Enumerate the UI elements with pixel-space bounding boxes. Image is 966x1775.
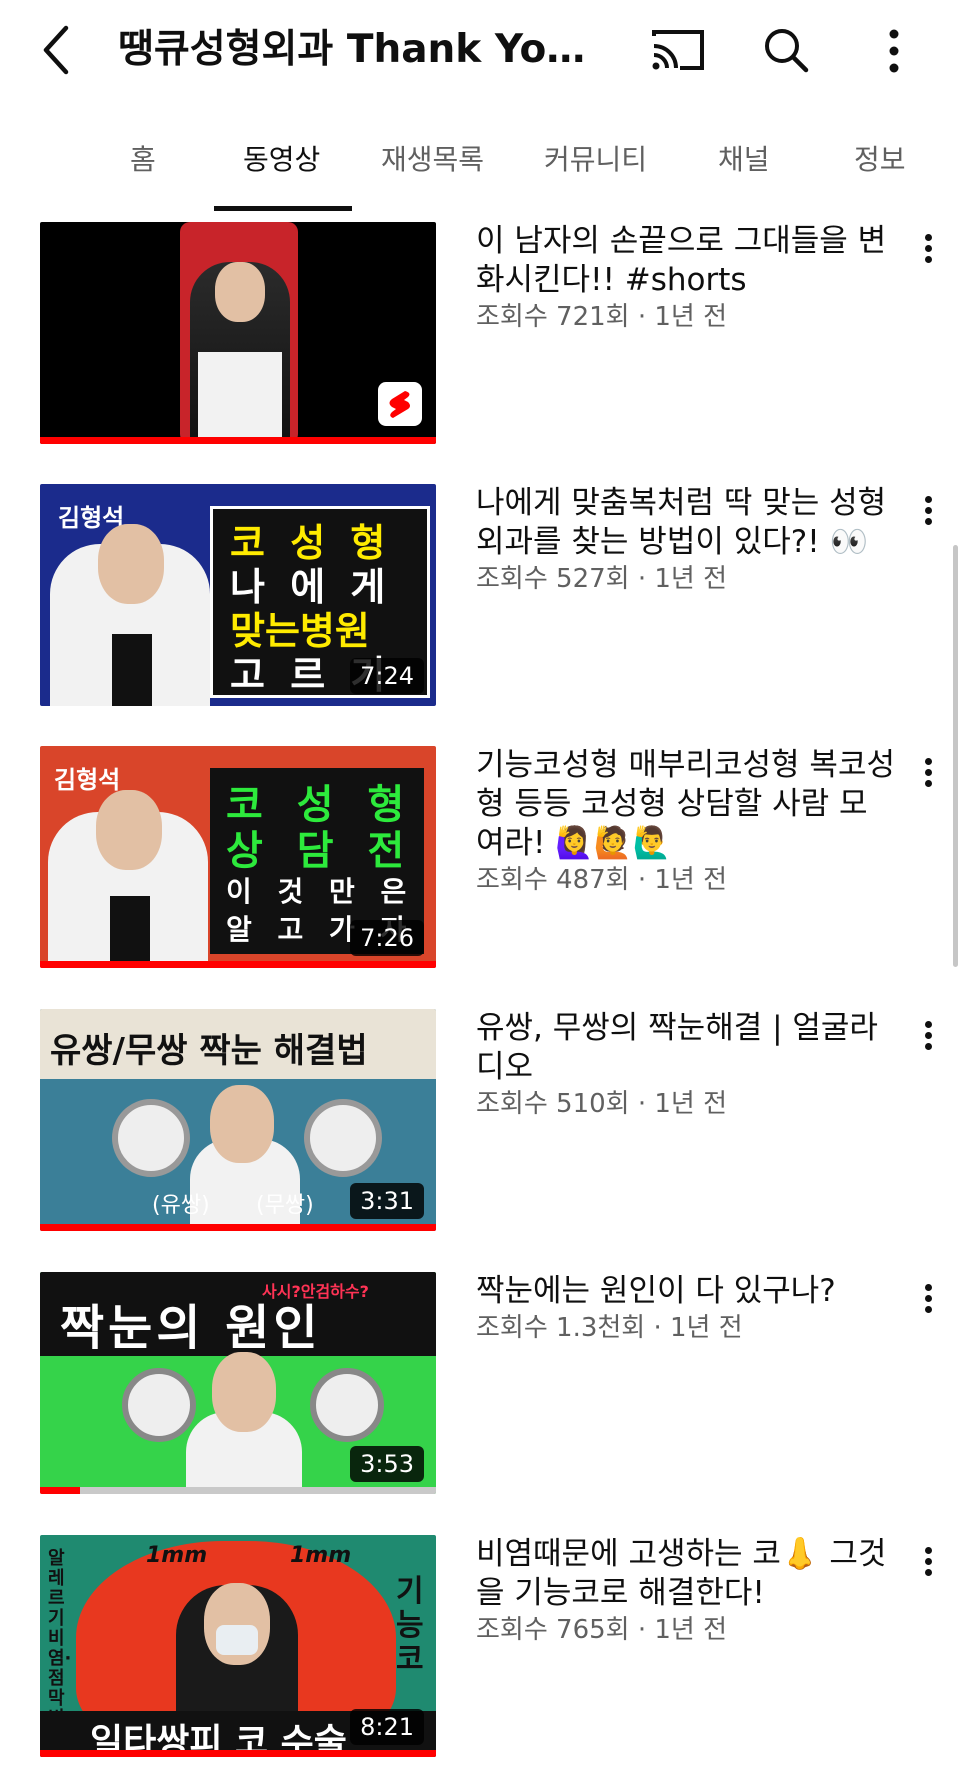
video-title[interactable]: 짝눈에는 원인이 다 있구나?	[476, 1272, 896, 1311]
video-title[interactable]: 유쌍, 무쌍의 짝눈해결 | 얼굴라디오	[476, 1009, 896, 1087]
tab-playlists[interactable]: 재생목록	[381, 138, 484, 178]
video-item[interactable]: 1mm 1mm 알레르기 비염·점막 비후 기능코 일타쌍피 코 수술 8:21…	[0, 1535, 966, 1775]
video-meta: 조회수 527회 · 1년 전	[476, 564, 728, 594]
video-title[interactable]: 비염때문에 고생하는 코👃 그것을 기능코로 해결한다!	[476, 1535, 896, 1613]
shorts-icon	[378, 382, 422, 426]
duration-badge: 3:53	[350, 1446, 424, 1482]
video-info: 유쌍, 무쌍의 짝눈해결 | 얼굴라디오 조회수 510회 · 1년 전	[476, 1009, 896, 1121]
more-vert-icon[interactable]	[914, 754, 942, 794]
video-title[interactable]: 기능코성형 매부리코성형 복코성형 등등 코성형 상담할 사람 모여라! 🙋‍♀…	[476, 746, 896, 863]
more-vert-icon[interactable]	[914, 1017, 942, 1057]
scrollbar[interactable]	[953, 545, 958, 967]
channel-title: 땡큐성형외과 Thank You Plastic Surgery	[118, 27, 600, 72]
video-item[interactable]: 김형석 코 성 형 상 담 전 이 것 만 은 알 고 가 자 7:26 기능코…	[0, 746, 966, 986]
duration-badge: 8:21	[350, 1709, 424, 1745]
video-item[interactable]: 이 남자의 손끝으로 그대들을 변화시킨다!! #shorts 조회수 721회…	[0, 222, 966, 462]
tab-home[interactable]: 홈	[130, 138, 156, 178]
video-thumbnail[interactable]: 1mm 1mm 알레르기 비염·점막 비후 기능코 일타쌍피 코 수술 8:21	[40, 1535, 436, 1757]
watch-progress-bar	[40, 437, 436, 444]
video-item[interactable]: 짝눈의 원인 사시?안검하수? 3:53 짝눈에는 원인이 다 있구나? 조회수…	[0, 1272, 966, 1512]
video-meta: 조회수 510회 · 1년 전	[476, 1089, 728, 1119]
video-thumbnail[interactable]: 김형석 코 성 형 나 에 게 맞는병원 고 르 기 7:24	[40, 484, 436, 706]
video-title[interactable]: 나에게 맞춤복처럼 딱 맞는 성형외과를 찾는 방법이 있다?! 👀	[476, 484, 896, 562]
video-title[interactable]: 이 남자의 손끝으로 그대들을 변화시킨다!! #shorts	[476, 222, 896, 300]
video-info: 나에게 맞춤복처럼 딱 맞는 성형외과를 찾는 방법이 있다?! 👀 조회수 5…	[476, 484, 896, 596]
more-vert-icon[interactable]	[914, 1543, 942, 1583]
app-bar: 땡큐성형외과 Thank You Plastic Surgery	[0, 0, 966, 100]
more-vert-icon[interactable]	[880, 26, 908, 76]
more-vert-icon[interactable]	[914, 492, 942, 532]
video-meta: 조회수 721회 · 1년 전	[476, 302, 728, 332]
watch-progress-track	[40, 1487, 436, 1494]
video-thumbnail[interactable]: 유쌍/무쌍 짝눈 해결법 (유쌍) (무쌍) 3:31	[40, 1009, 436, 1231]
video-meta: 조회수 765회 · 1년 전	[476, 1615, 728, 1645]
watch-progress-bar	[40, 1224, 436, 1231]
video-meta: 조회수 487회 · 1년 전	[476, 865, 728, 895]
more-vert-icon[interactable]	[914, 230, 942, 270]
active-tab-indicator	[214, 206, 352, 211]
video-info: 기능코성형 매부리코성형 복코성형 등등 코성형 상담할 사람 모여라! 🙋‍♀…	[476, 746, 896, 897]
video-thumbnail[interactable]	[40, 222, 436, 444]
video-meta: 조회수 1.3천회 · 1년 전	[476, 1313, 743, 1343]
tab-about[interactable]: 정보	[854, 138, 906, 178]
video-thumbnail[interactable]: 짝눈의 원인 사시?안검하수? 3:53	[40, 1272, 436, 1494]
search-icon[interactable]	[760, 22, 812, 78]
tab-community[interactable]: 커뮤니티	[544, 138, 647, 178]
video-info: 짝눈에는 원인이 다 있구나? 조회수 1.3천회 · 1년 전	[476, 1272, 896, 1345]
video-item[interactable]: 김형석 코 성 형 나 에 게 맞는병원 고 르 기 7:24 나에게 맞춤복처…	[0, 484, 966, 724]
watch-progress-bar	[40, 1750, 436, 1757]
tab-channels[interactable]: 채널	[718, 138, 770, 178]
video-info: 비염때문에 고생하는 코👃 그것을 기능코로 해결한다! 조회수 765회 · …	[476, 1535, 896, 1647]
duration-badge: 7:26	[350, 920, 424, 956]
back-icon[interactable]	[36, 22, 84, 78]
duration-badge: 7:24	[350, 658, 424, 694]
tab-videos[interactable]: 동영상	[243, 138, 320, 178]
more-vert-icon[interactable]	[914, 1280, 942, 1320]
cast-icon[interactable]	[648, 26, 708, 74]
duration-badge: 3:31	[350, 1183, 424, 1219]
video-info: 이 남자의 손끝으로 그대들을 변화시킨다!! #shorts 조회수 721회…	[476, 222, 896, 334]
video-item[interactable]: 유쌍/무쌍 짝눈 해결법 (유쌍) (무쌍) 3:31 유쌍, 무쌍의 짝눈해결…	[0, 1009, 966, 1249]
watch-progress-bar	[40, 961, 436, 968]
watch-progress-bar	[40, 1487, 80, 1494]
channel-tabs: 홈 동영상 재생목록 커뮤니티 채널 정보	[0, 112, 966, 212]
video-thumbnail[interactable]: 김형석 코 성 형 상 담 전 이 것 만 은 알 고 가 자 7:26	[40, 746, 436, 968]
